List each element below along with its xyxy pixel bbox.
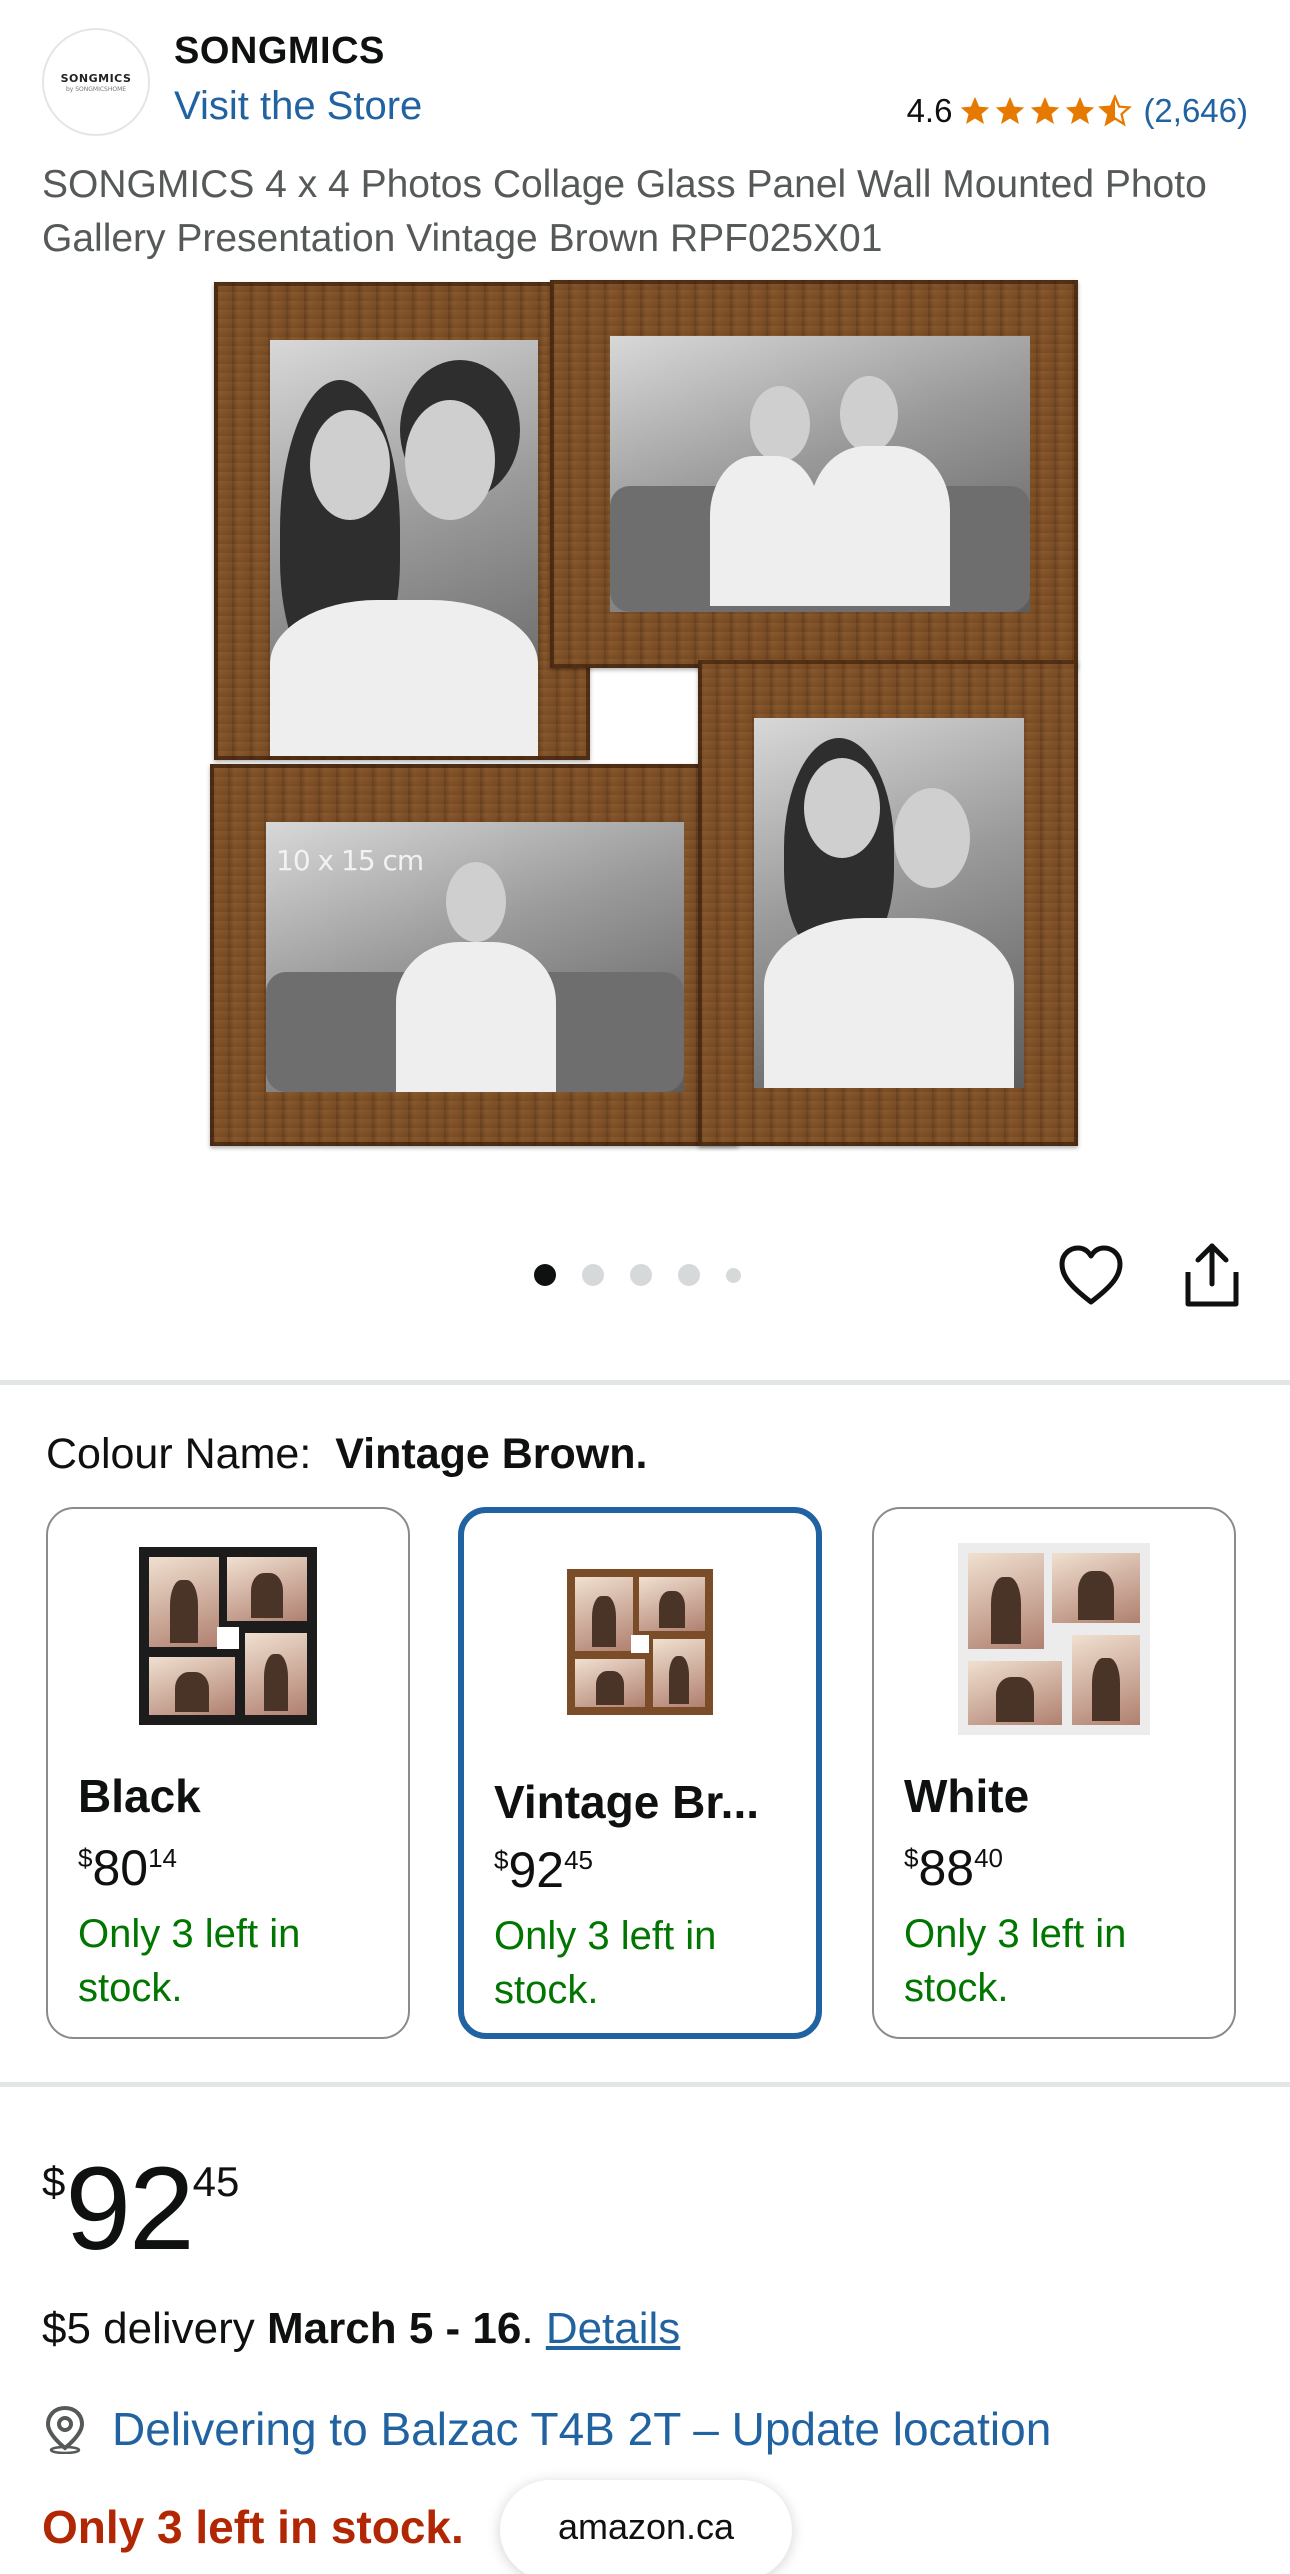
heart-icon[interactable] (1058, 1244, 1124, 1306)
colour-thumbnail (958, 1543, 1150, 1735)
delivery-suffix: . (521, 2304, 546, 2353)
colour-option-stock: Only 3 left in stock. (494, 1914, 717, 2012)
frame-bottom-right (698, 660, 1078, 1146)
product-image[interactable]: 10 x 15 cm (210, 280, 1078, 1146)
browser-url-pill[interactable]: amazon.ca (500, 2480, 792, 2574)
star-full-icon (1066, 96, 1095, 125)
star-half-icon (1098, 94, 1133, 127)
colour-thumbnail (139, 1547, 317, 1725)
carousel-dot[interactable] (678, 1264, 700, 1286)
store-logo-subtext: by SONGMICSHOME (65, 85, 127, 93)
stock-status: Only 3 left in stock. (42, 2501, 464, 2553)
delivery-details-link[interactable]: Details (546, 2304, 681, 2353)
frame-bottom-left: 10 x 15 cm (210, 764, 738, 1146)
rating-count: (2,646) (1143, 92, 1248, 129)
colour-selected-name: Vintage Brown. (335, 1430, 648, 1478)
colour-option-vintage-brown[interactable]: Vintage Br... $9245 Only 3 left in stock… (458, 1507, 822, 2039)
price-fraction: 45 (192, 2158, 240, 2205)
rating-value: 4.6 (906, 92, 953, 129)
browser-domain: amazon.ca (557, 2506, 735, 2547)
product-title: SONGMICS 4 x 4 Photos Collage Glass Pane… (42, 163, 1207, 260)
star-full-icon (996, 96, 1025, 125)
star-full-icon (1031, 96, 1060, 125)
price-currency: $ (42, 2158, 66, 2205)
colour-label: Colour Name: Vintage Brown. (46, 1430, 647, 1479)
carousel-dot[interactable] (534, 1264, 556, 1286)
visit-store-link[interactable]: Visit the Store (174, 84, 422, 129)
section-divider (0, 2082, 1290, 2087)
carousel-dots[interactable] (534, 1264, 767, 1286)
colour-label-text: Colour Name: (46, 1430, 312, 1478)
colour-option-name: Vintage Br... (494, 1776, 760, 1828)
colour-option-black[interactable]: Black $8014 Only 3 left in stock. (46, 1507, 410, 2039)
frame-top-right (550, 280, 1078, 668)
price-whole: 92 (65, 2143, 194, 2275)
location-pin-icon (45, 2405, 85, 2454)
carousel-dot[interactable] (630, 1264, 652, 1286)
colour-option-name: Black (78, 1770, 201, 1822)
colour-option-stock: Only 3 left in stock. (78, 1912, 301, 2010)
delivery-dates: March 5 - 16 (267, 2304, 522, 2353)
colour-option-stock: Only 3 left in stock. (904, 1912, 1127, 2010)
rating-stars (958, 94, 1133, 128)
delivery-info: $5 delivery March 5 - 16. Details (42, 2304, 680, 2354)
colour-option-name: White (904, 1770, 1030, 1822)
location-text: Delivering to Balzac T4B 2T – Update loc… (112, 2403, 1052, 2455)
frame-top-left (214, 282, 590, 760)
carousel-dot[interactable] (582, 1264, 604, 1286)
colour-option-price: $8014 (78, 1840, 178, 1896)
share-icon[interactable] (1182, 1240, 1242, 1308)
section-divider (0, 1380, 1290, 1385)
store-logo-text: SONGMICS (60, 71, 132, 85)
store-logo[interactable]: SONGMICS by SONGMICSHOME (42, 28, 150, 136)
colour-option-price: $9245 (494, 1842, 594, 1898)
carousel-dot[interactable] (726, 1267, 741, 1283)
colour-thumbnail (567, 1569, 713, 1715)
product-price: $ 92 45 (42, 2150, 239, 2268)
colour-option-price: $8840 (904, 1840, 1004, 1896)
star-full-icon (961, 96, 990, 125)
delivery-location[interactable]: Delivering to Balzac T4B 2T – Update loc… (42, 2402, 1051, 2456)
delivery-prefix: $5 delivery (42, 2304, 268, 2353)
colour-option-white[interactable]: White $8840 Only 3 left in stock. (872, 1507, 1236, 2039)
brand-name: SONGMICS (174, 30, 385, 72)
image-size-label: 10 x 15 cm (276, 844, 424, 877)
rating-summary[interactable]: 4.6 (2,646) (907, 92, 1248, 130)
